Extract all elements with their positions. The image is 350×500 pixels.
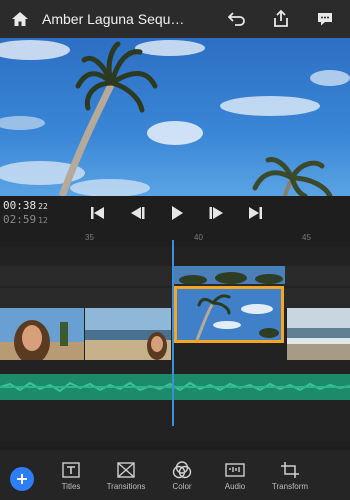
step-forward-icon[interactable] [207, 204, 225, 222]
current-timecode: 00:38 22 [3, 199, 48, 212]
ruler-tick: 45 [302, 233, 311, 242]
transform-button[interactable]: Transform [262, 461, 318, 491]
home-icon[interactable] [10, 9, 30, 29]
ocean-clip[interactable] [287, 308, 350, 360]
undo-icon[interactable] [226, 8, 248, 30]
palm-tree-clip[interactable] [174, 286, 284, 343]
transform-icon [280, 461, 300, 479]
transitions-button[interactable]: Transitions [98, 461, 154, 491]
audio-waveform[interactable] [0, 374, 350, 400]
ruler-tick: 40 [194, 233, 203, 242]
video-preview[interactable] [0, 38, 350, 196]
titles-button[interactable]: Titles [43, 461, 99, 491]
play-icon[interactable] [168, 204, 186, 222]
transitions-label: Transitions [106, 482, 146, 491]
playhead[interactable] [172, 240, 174, 426]
color-button[interactable]: Color [154, 461, 210, 491]
bottom-toolbar: Titles Transitions Color Audio Transform [0, 450, 350, 500]
palm-tree-overlay[interactable] [173, 266, 285, 284]
step-back-icon[interactable] [129, 204, 147, 222]
timeline-ruler[interactable]: 35 40 45 [0, 230, 350, 246]
audio-icon [225, 461, 245, 479]
transport-bar: 00:38 22 02:59 12 [0, 196, 350, 230]
comment-icon[interactable] [314, 8, 336, 30]
titles-label: Titles [61, 482, 81, 491]
project-title: Amber Laguna Sequ… [42, 11, 185, 27]
share-icon[interactable] [270, 8, 292, 30]
ruler-tick: 35 [85, 233, 94, 242]
top-bar: Amber Laguna Sequ… [0, 0, 350, 38]
transform-label: Transform [271, 482, 309, 491]
transitions-icon [116, 461, 136, 479]
timeline[interactable] [0, 246, 350, 442]
titles-icon [61, 461, 81, 479]
plus-icon [17, 474, 27, 484]
skip-to-end-icon[interactable] [246, 204, 264, 222]
total-duration: 02:59 12 [3, 213, 48, 226]
selfie-clip[interactable] [0, 308, 84, 360]
preview-frame-image [0, 38, 350, 196]
color-icon [172, 461, 192, 479]
beach-clip[interactable] [85, 308, 171, 360]
color-label: Color [172, 482, 192, 491]
skip-to-start-icon[interactable] [89, 204, 107, 222]
add-button[interactable] [10, 467, 34, 491]
audio-label: Audio [224, 482, 246, 491]
audio-button[interactable]: Audio [207, 461, 263, 491]
